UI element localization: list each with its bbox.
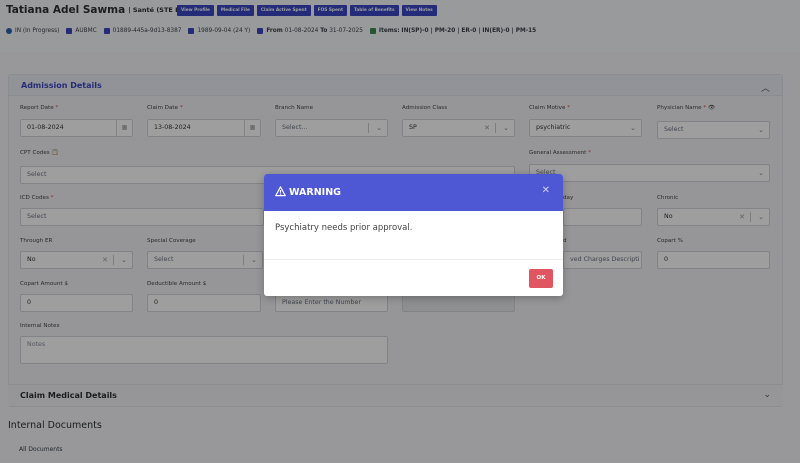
close-icon[interactable]: ✕ <box>542 185 550 196</box>
warning-message: Psychiatry needs prior approval. <box>275 223 413 233</box>
warning-modal: WARNING ✕ Psychiatry needs prior approva… <box>264 174 563 296</box>
warning-modal-header: WARNING ✕ <box>264 174 563 211</box>
ok-button[interactable]: OK <box>529 269 553 288</box>
modal-divider <box>264 259 563 260</box>
warning-icon <box>275 186 286 197</box>
warning-modal-title: WARNING <box>289 187 341 198</box>
